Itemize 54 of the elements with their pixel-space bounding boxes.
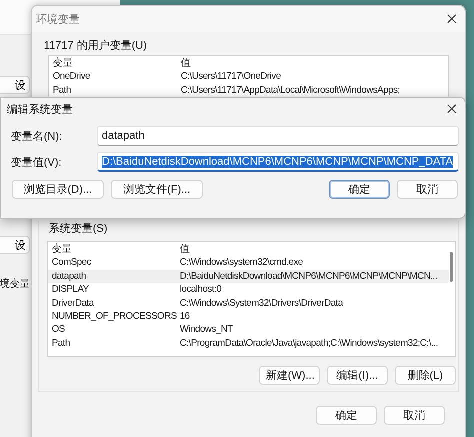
table-row[interactable]: ComSpec C:\Windows\system32\cmd.exe: [48, 256, 449, 270]
browse-button[interactable]: 浏览目录(D)...: [12, 180, 104, 199]
table-row[interactable]: DISPLAY localhost:0: [48, 283, 449, 297]
table-cell-text: datapath: [52, 270, 88, 284]
table-cell-text: C:\ProgramData\Oracle\Java\javapath;C:\Windows\system32;C:\...: [180, 336, 440, 350]
table-row[interactable]: Path C:\Users\11717\AppData\Local\Microsoft\WindowsApps;: [49, 84, 442, 98]
section-label: 境变量: [0, 278, 30, 291]
table-cell-text: C:\Users\11717\OneDrive: [181, 70, 282, 84]
field-label: 变量值(V):: [11, 156, 63, 170]
table-cell-text: OneDrive: [53, 70, 92, 84]
table-cell-text: D:\BaiduNetdiskDownload\MCNP6\MCNP6\MCNP\MCNP\MCN...: [180, 270, 438, 284]
table-cell-text: DISPLAY: [52, 283, 90, 297]
table-cell-text: DriverData: [52, 296, 96, 310]
settings-button[interactable]: 设: [0, 76, 30, 94]
table-cell-text: C:\Users\11717\AppData\Local\Microsoft\WindowsApps;: [181, 84, 402, 98]
table-row[interactable]: Path C:\ProgramData\Oracle\Java\javapath;C:\Windows\system32;C:\...: [48, 336, 449, 350]
table-cell-text: Path: [52, 336, 72, 350]
column-header: 变量: [52, 243, 73, 256]
table-cell: NUMBER_OF_PROCESSORS: [52, 310, 176, 324]
group-label: 系统变量(S): [48, 222, 109, 237]
table-cell-text: C:\Windows\System32\Drivers\DriverData: [180, 296, 344, 310]
column-header: 变量: [53, 57, 74, 70]
column-header: 值: [181, 57, 192, 70]
table-row[interactable]: datapath D:\BaiduNetdiskDownload\MCNP6\MCNP6\MCNP\MCNP\MCN...: [48, 270, 449, 284]
table-row[interactable]: DriverData C:\Windows\System32\Drivers\DriverData: [48, 296, 449, 310]
window-title: 环境变量: [36, 12, 80, 26]
input-field[interactable]: datapath: [97, 126, 459, 146]
column-header: 值: [180, 243, 191, 256]
close-icon[interactable]: [447, 14, 457, 24]
dialog-button[interactable]: 确定: [316, 406, 377, 425]
table-action-button[interactable]: 编辑(I)...: [327, 366, 388, 385]
table-cell-text: OS: [52, 323, 66, 337]
table-row[interactable]: OS Windows_NT: [48, 323, 449, 337]
table-cell-text: ComSpec: [52, 256, 92, 270]
table-row[interactable]: NUMBER_OF_PROCESSORS 16: [48, 310, 449, 324]
browse-button[interactable]: 浏览文件(F)...: [111, 180, 203, 199]
table-cell-text: Windows_NT: [180, 323, 234, 337]
table-cell-text: Path: [53, 84, 72, 98]
field-label: 变量名(N):: [11, 130, 64, 144]
close-icon[interactable]: [447, 104, 457, 114]
input-field[interactable]: D:\BaiduNetdiskDownload\MCNP6\MCNP6\MCNP\MCNP\MCNP_DATA: [97, 152, 459, 172]
table-cell-text: localhost:0: [180, 283, 223, 297]
table-cell-text: C:\Windows\system32\cmd.exe: [180, 256, 304, 270]
window-title: 编辑系统变量: [7, 102, 73, 116]
table-action-button[interactable]: 删除(L): [395, 366, 456, 385]
settings-button[interactable]: 设: [0, 236, 30, 254]
scrollbar-thumb[interactable]: [450, 252, 453, 282]
table-row[interactable]: OneDrive C:\Users\11717\OneDrive: [49, 70, 442, 84]
dialog-button[interactable]: 取消: [397, 180, 458, 199]
table-cell-text: 16: [180, 310, 191, 324]
table-action-button[interactable]: 新建(W)...: [259, 366, 320, 385]
dialog-button[interactable]: 确定: [329, 180, 390, 199]
dialog-button[interactable]: 取消: [384, 406, 445, 425]
group-label: 11717 的用户变量(U): [43, 38, 148, 54]
